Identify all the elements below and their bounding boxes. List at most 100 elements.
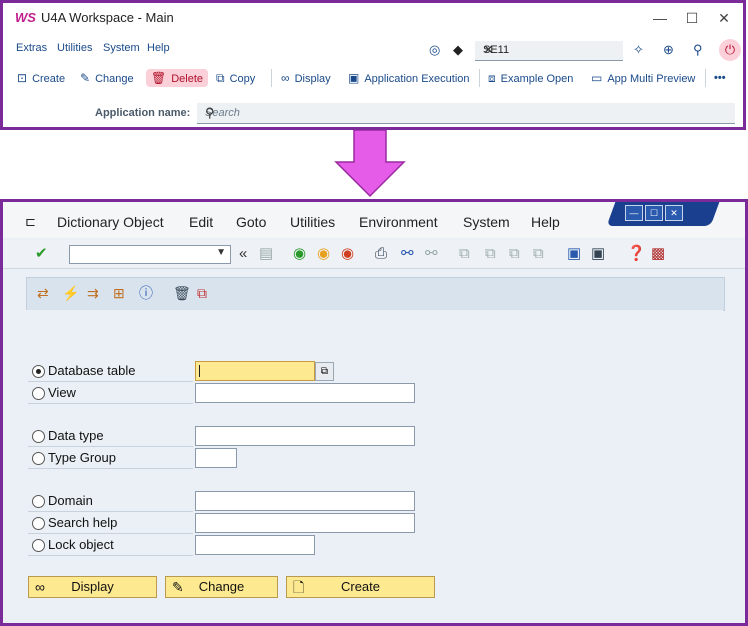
sap-dictionary-window: ⊏ Dictionary Object Edit Goto Utilities …: [0, 199, 748, 626]
display-button[interactable]: ∞ Display: [281, 69, 331, 87]
menu-icon[interactable]: ⊏: [25, 214, 36, 230]
title-bar: WS U4A Workspace - Main — ☐ ✕: [3, 3, 743, 33]
create-button[interactable]: ⊡ Create: [17, 69, 65, 87]
more-icon[interactable]: •••: [714, 69, 726, 87]
value-help-icon[interactable]: ⧉: [315, 362, 334, 381]
history-icon[interactable]: «: [239, 245, 247, 263]
zoom-in-icon[interactable]: ⊕: [663, 42, 674, 58]
separator: [271, 69, 272, 87]
menu-extras[interactable]: Extras: [16, 42, 47, 54]
preview-icon: ▭: [591, 71, 603, 85]
other-object-icon[interactable]: ⇄: [37, 285, 49, 301]
enter-icon[interactable]: ✔: [35, 245, 48, 263]
close-button[interactable]: ✕: [713, 8, 735, 28]
minimize-button[interactable]: —: [625, 205, 643, 221]
menu-dictionary-object[interactable]: Dictionary Object: [57, 214, 164, 230]
option-domain[interactable]: Domain: [28, 491, 415, 512]
menu-system[interactable]: System: [463, 214, 510, 230]
divider: [28, 511, 193, 512]
search-help-input[interactable]: [195, 513, 415, 533]
application-toolbar: ⇄ ⚡ ⇉ ⊞ ⓘ 🗑 ⧉: [26, 277, 725, 311]
info-icon[interactable]: ⓘ: [139, 285, 153, 301]
where-used-icon[interactable]: ⇉: [87, 285, 99, 301]
activate-icon[interactable]: ⚡: [62, 285, 79, 301]
divider: [28, 381, 193, 382]
down-arrow-icon: [334, 130, 406, 198]
menu-help[interactable]: Help: [147, 42, 170, 54]
change-button[interactable]: ✎ Change: [80, 69, 134, 87]
delete-button[interactable]: 🗑 Delete: [146, 69, 209, 87]
app-multi-preview-button[interactable]: ▭ App Multi Preview: [591, 69, 695, 87]
radio-domain[interactable]: [32, 495, 45, 508]
radio-lock-object[interactable]: [32, 539, 45, 552]
option-label: Type Group: [48, 450, 116, 465]
hide-icon[interactable]: ◎: [429, 42, 440, 58]
clear-icon[interactable]: ✕: [483, 42, 617, 58]
menu-goto[interactable]: Goto: [236, 214, 266, 230]
maximize-button[interactable]: ☐: [645, 205, 663, 221]
new-session-icon[interactable]: ▣: [567, 245, 581, 263]
lock-object-input[interactable]: [195, 535, 315, 555]
minimize-button[interactable]: —: [649, 8, 671, 28]
maximize-button[interactable]: ☐: [681, 8, 703, 28]
option-view[interactable]: View: [28, 383, 415, 404]
option-type-group[interactable]: Type Group: [28, 448, 413, 469]
menu-environment[interactable]: Environment: [359, 214, 438, 230]
type-group-input[interactable]: [195, 448, 237, 468]
tcode-search-input[interactable]: SE11 ✕: [475, 41, 623, 61]
delete-icon[interactable]: 🗑: [173, 285, 191, 301]
radio-data-type[interactable]: [32, 430, 45, 443]
command-field[interactable]: ▼: [69, 245, 231, 264]
option-database-table[interactable]: Database table ⧉: [28, 361, 413, 382]
option-lock-object[interactable]: Lock object: [28, 535, 413, 556]
previous-page-icon: ⧉: [485, 245, 496, 262]
display-button[interactable]: ∞ Display: [28, 576, 157, 598]
exit-icon[interactable]: ◉: [317, 245, 330, 263]
help-icon[interactable]: ❓: [627, 245, 646, 263]
radio-view[interactable]: [32, 387, 45, 400]
view-input[interactable]: [195, 383, 415, 403]
menu-system[interactable]: System: [103, 42, 140, 54]
menu-utilities[interactable]: Utilities: [57, 42, 92, 54]
menu-help[interactable]: Help: [531, 214, 560, 230]
power-icon[interactable]: ⏻: [719, 39, 741, 61]
layout-icon[interactable]: ▩: [651, 245, 665, 263]
copy-button[interactable]: ⧉ Copy: [216, 69, 255, 87]
copy-icon[interactable]: ⧉: [197, 285, 207, 301]
close-button[interactable]: ✕: [665, 205, 683, 221]
option-data-type[interactable]: Data type: [28, 426, 415, 447]
application-execution-button[interactable]: ▣ Application Execution: [348, 69, 470, 87]
menu-utilities[interactable]: Utilities: [290, 214, 335, 230]
back-icon[interactable]: ◉: [293, 245, 306, 263]
radio-type-group[interactable]: [32, 452, 45, 465]
application-name-input[interactable]: Search ⚲: [197, 103, 735, 124]
radio-database-table[interactable]: [32, 365, 45, 378]
option-label: Domain: [48, 493, 93, 508]
divider: [28, 468, 193, 469]
option-label: Data type: [48, 428, 104, 443]
divider: [28, 403, 193, 404]
pin-icon[interactable]: ✧: [633, 42, 644, 58]
search-icon[interactable]: ⚲: [205, 105, 729, 121]
example-open-button[interactable]: ⧈ Example Open: [488, 69, 573, 87]
create-button[interactable]: 🗋 Create: [286, 576, 435, 598]
hierarchy-icon[interactable]: ⊞: [113, 285, 125, 301]
shortcut-icon[interactable]: ▣: [591, 245, 605, 263]
tag-icon[interactable]: ◆: [453, 42, 463, 58]
dropdown-icon[interactable]: ▼: [216, 247, 226, 258]
search-icon[interactable]: ⚲: [693, 42, 703, 58]
pencil-icon: ✎: [80, 71, 91, 85]
find-icon[interactable]: ⚯: [401, 245, 414, 263]
cancel-icon[interactable]: ◉: [341, 245, 354, 263]
divider: [28, 533, 193, 534]
domain-input[interactable]: [195, 491, 415, 511]
divider: [28, 555, 193, 556]
change-button[interactable]: ✎ Change: [165, 576, 278, 598]
menu-edit[interactable]: Edit: [189, 214, 213, 230]
option-search-help[interactable]: Search help: [28, 513, 415, 534]
print-icon[interactable]: ⎙: [375, 245, 387, 263]
database-table-input[interactable]: [195, 361, 315, 381]
data-type-input[interactable]: [195, 426, 415, 446]
menu-bar: Extras Utilities System Help: [3, 37, 743, 61]
radio-search-help[interactable]: [32, 517, 45, 530]
